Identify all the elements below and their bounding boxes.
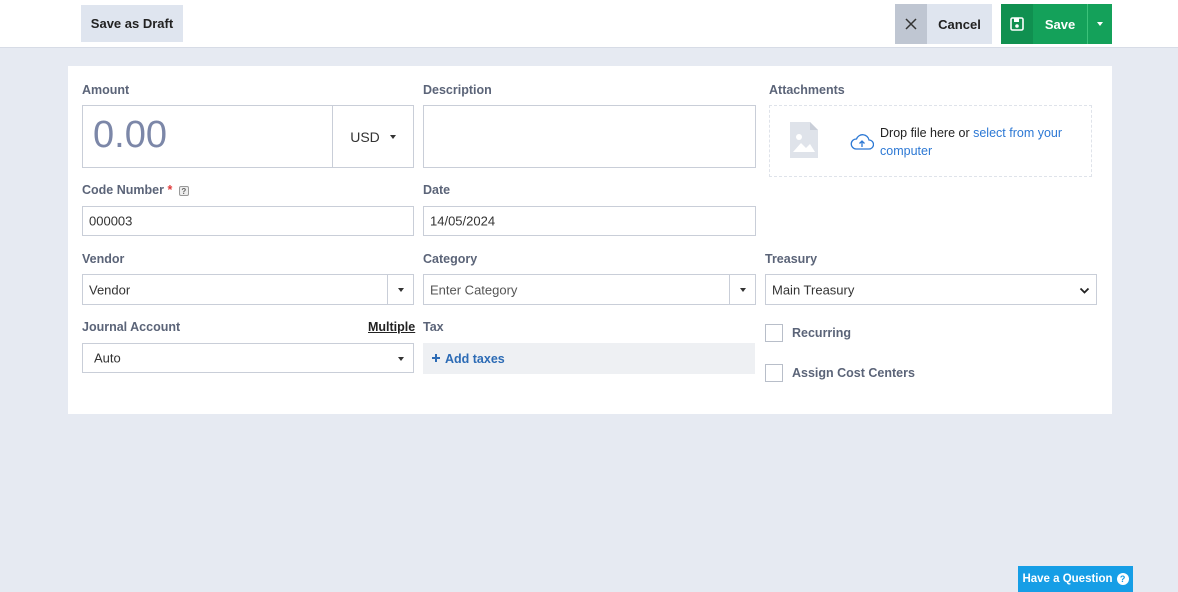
category-label: Category	[423, 252, 478, 266]
chevron-down-icon	[1079, 284, 1090, 299]
vendor-dropdown-toggle[interactable]	[387, 275, 413, 304]
caret-down-icon	[398, 357, 404, 361]
help-icon[interactable]: ?	[178, 185, 189, 196]
recurring-checkbox[interactable]	[765, 324, 783, 342]
required-mark: *	[167, 183, 173, 197]
description-label: Description	[423, 83, 492, 97]
attachments-label: Attachments	[769, 83, 845, 97]
treasury-select[interactable]: Main Treasury	[765, 274, 1097, 305]
description-textarea[interactable]	[423, 105, 756, 168]
category-dropdown-toggle[interactable]	[729, 275, 755, 304]
treasury-value: Main Treasury	[772, 282, 855, 297]
top-toolbar: Save as Draft Cancel Save	[0, 0, 1178, 48]
drop-text: Drop file here or select from your compu…	[880, 124, 1080, 160]
plus-icon	[431, 352, 441, 366]
caret-down-icon	[397, 287, 404, 292]
caret-down-icon	[739, 287, 746, 292]
journal-account-select[interactable]: Auto	[82, 343, 414, 373]
assign-cost-centers-checkbox[interactable]	[765, 364, 783, 382]
assign-cost-centers-label: Assign Cost Centers	[792, 366, 915, 380]
vendor-label: Vendor	[82, 252, 125, 266]
vendor-select[interactable]: Vendor	[82, 274, 414, 305]
attachments-dropzone[interactable]: Drop file here or select from your compu…	[769, 105, 1092, 177]
close-button[interactable]	[895, 4, 927, 44]
save-button-label: Save	[1044, 16, 1076, 32]
category-placeholder: Enter Category	[430, 282, 518, 297]
multiple-link[interactable]: Multiple	[368, 320, 415, 334]
tax-label: Tax	[423, 320, 444, 334]
have-a-question-label: Have a Question	[1022, 573, 1113, 585]
code-number-input[interactable]: 000003	[82, 206, 414, 236]
save-as-draft-button[interactable]: Save as Draft	[81, 5, 183, 42]
treasury-label: Treasury	[765, 252, 818, 266]
vendor-value: Vendor	[89, 282, 131, 297]
code-number-value: 000003	[89, 213, 133, 229]
save-button[interactable]: Save	[1001, 4, 1087, 44]
amount-field[interactable]: 0.00 USD	[82, 105, 414, 168]
cloud-upload-icon	[850, 133, 875, 156]
code-number-label: Code Number * ?	[82, 183, 189, 197]
caret-down-icon	[1097, 22, 1103, 26]
cancel-button[interactable]: Cancel	[927, 4, 992, 44]
journal-account-label: Journal Account	[82, 320, 181, 334]
amount-value: 0.00	[93, 114, 167, 156]
date-value: 14/05/2024	[430, 213, 496, 229]
category-input[interactable]: Enter Category	[423, 274, 756, 305]
currency-select[interactable]: USD	[332, 106, 413, 167]
amount-label: Amount	[82, 83, 130, 97]
expense-form-card: Amount 0.00 USD Description Attachments …	[68, 66, 1112, 414]
code-number-label-text: Code Number	[82, 183, 164, 197]
close-icon	[905, 18, 917, 30]
caret-down-icon	[389, 134, 396, 139]
date-input[interactable]: 14/05/2024	[423, 206, 756, 236]
date-label: Date	[423, 183, 451, 197]
recurring-label: Recurring	[792, 326, 852, 340]
currency-value: USD	[350, 128, 380, 145]
journal-account-value: Auto	[94, 350, 121, 366]
drop-file-text: Drop file here or	[880, 126, 970, 140]
have-a-question-button[interactable]: Have a Question ?	[1018, 566, 1133, 592]
floppy-disk-icon	[1001, 4, 1033, 44]
add-taxes-button[interactable]: Add taxes	[423, 343, 755, 374]
image-placeholder-icon	[788, 120, 820, 165]
add-taxes-label: Add taxes	[445, 351, 505, 366]
save-options-dropdown[interactable]	[1087, 4, 1112, 44]
question-icon: ?	[1116, 573, 1129, 585]
